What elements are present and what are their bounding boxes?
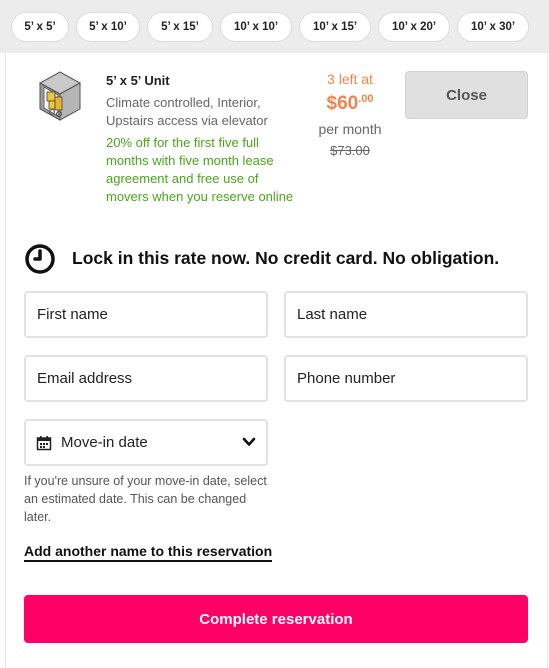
first-name-placeholder: First name <box>37 306 108 323</box>
email-placeholder: Email address <box>37 370 133 387</box>
unit-title: 5’ x 5’ Unit <box>106 73 170 88</box>
chevron-down-icon <box>242 437 256 446</box>
monthly-price: $60.00 <box>305 88 395 116</box>
size-tab-5x5[interactable]: 5’ x 5’ <box>11 12 69 42</box>
units-left-count: 3 left at <box>327 71 373 87</box>
move-in-date-hint: If you're unsure of your move-in date, s… <box>24 474 267 524</box>
size-tab-5x15[interactable]: 5’ x 15’ <box>147 12 213 42</box>
size-tab-10x20[interactable]: 10’ x 20’ <box>378 12 450 42</box>
size-tab-5x10[interactable]: 5’ x 10’ <box>76 12 140 42</box>
first-name-field[interactable]: First name <box>24 291 268 338</box>
size-tab-10x30[interactable]: 10’ x 30’ <box>457 12 529 42</box>
clock-icon <box>25 244 55 274</box>
lock-rate-message: Lock in this rate now. No credit card. N… <box>72 248 500 268</box>
size-tab-10x10[interactable]: 10’ x 10’ <box>220 12 292 42</box>
unit-size-tab-bar: 5’ x 5’ 5’ x 10’ 5’ x 15’ 10’ x 10’ 10’ … <box>0 0 549 53</box>
price-block: 3 left at $60.00 per month $73.00 <box>305 70 395 161</box>
price-dollars: $60 <box>326 93 359 114</box>
complete-reservation-button[interactable]: Complete reservation <box>24 595 528 643</box>
calendar-icon <box>36 435 52 450</box>
unit-promotion: 20% off for the first five full months w… <box>106 135 294 204</box>
original-price: $73.00 <box>330 143 370 158</box>
add-another-name-link[interactable]: Add another name to this reservation <box>24 543 273 562</box>
close-button[interactable]: Close <box>405 71 528 119</box>
unit-features: Climate controlled, Interior, Upstairs a… <box>106 95 268 128</box>
phone-field[interactable]: Phone number <box>284 355 528 402</box>
move-in-date-select[interactable]: Move-in date <box>24 419 268 466</box>
last-name-placeholder: Last name <box>297 306 368 323</box>
last-name-field[interactable]: Last name <box>284 291 528 338</box>
phone-placeholder: Phone number <box>297 370 396 387</box>
move-in-date-label: Move-in date <box>61 434 148 451</box>
price-cents: .00 <box>358 93 374 105</box>
price-period: per month <box>318 121 382 137</box>
storage-unit-isometric-icon <box>38 71 82 121</box>
email-field[interactable]: Email address <box>24 355 268 402</box>
size-tab-10x15[interactable]: 10’ x 15’ <box>299 12 371 42</box>
